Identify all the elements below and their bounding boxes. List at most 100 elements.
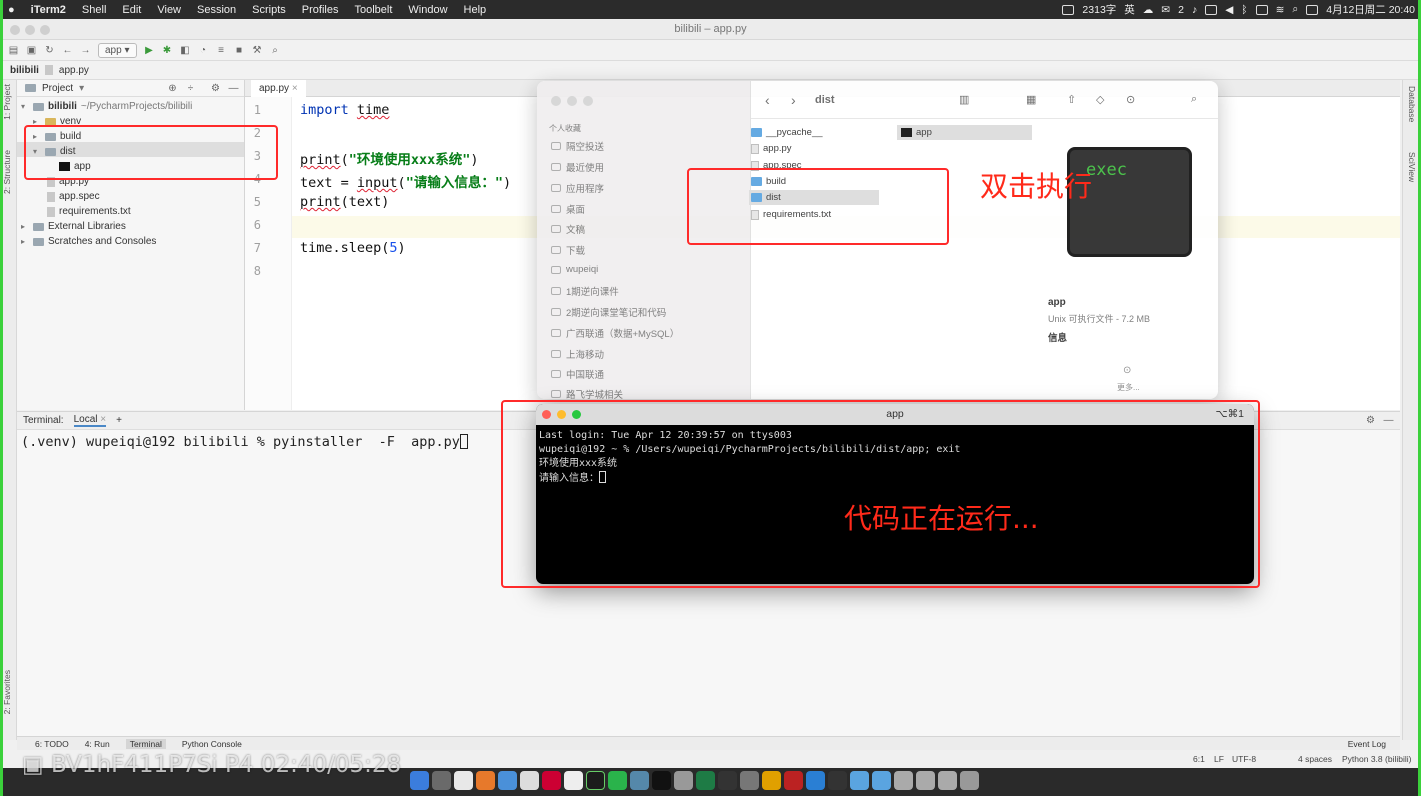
- minimize-window-button[interactable]: [25, 25, 35, 35]
- chevron-down-icon[interactable]: ▾: [79, 83, 84, 94]
- code-line-5[interactable]: print(text): [300, 194, 389, 210]
- code-line-4[interactable]: text = input("请输入信息："): [300, 171, 511, 191]
- wechat-app-icon[interactable]: [608, 771, 627, 790]
- hide-panel-icon[interactable]: —: [1383, 415, 1394, 426]
- chrome-app-icon[interactable]: [498, 771, 517, 790]
- run-config-selector[interactable]: app ▾: [98, 42, 137, 58]
- sidebar-item-folder[interactable]: 上海移动: [551, 347, 604, 361]
- qq-app-icon[interactable]: [718, 771, 737, 790]
- screenshot-icon[interactable]: [938, 771, 957, 790]
- menu-scripts[interactable]: Scripts: [244, 4, 294, 16]
- utility-app-icon[interactable]: [740, 771, 759, 790]
- tree-item-scratches[interactable]: ▸ Scratches and Consoles: [21, 234, 156, 249]
- firefox-app-icon[interactable]: [476, 771, 495, 790]
- menubar-app-name[interactable]: iTerm2: [23, 4, 74, 16]
- database-tool-tab[interactable]: Database: [1407, 86, 1417, 122]
- menu-profiles[interactable]: Profiles: [294, 4, 347, 16]
- folder-icon[interactable]: [850, 771, 869, 790]
- minimize-window-button[interactable]: [567, 96, 577, 106]
- app-icon[interactable]: [784, 771, 803, 790]
- sidebar-item-folder[interactable]: 路飞学城相关: [551, 387, 623, 399]
- menu-edit[interactable]: Edit: [114, 4, 149, 16]
- file-encoding[interactable]: UTF-8: [1232, 754, 1256, 764]
- todo-tab[interactable]: 6: TODO: [35, 739, 69, 749]
- run-icon[interactable]: ▶: [144, 45, 155, 56]
- structure-tool-tab[interactable]: 2: Structure: [2, 150, 12, 194]
- finder-item-pycache[interactable]: __pycache__: [751, 125, 823, 140]
- finder-item-app-py[interactable]: app.py: [751, 141, 792, 156]
- view-columns-icon[interactable]: ▥: [959, 93, 969, 106]
- sidebar-item-folder[interactable]: 广西联通（数据+MySQL）: [551, 326, 679, 340]
- menu-toolbelt[interactable]: Toolbelt: [346, 4, 400, 16]
- folder-icon[interactable]: [872, 771, 891, 790]
- display-icon[interactable]: [1205, 4, 1218, 15]
- control-center-icon[interactable]: [1306, 4, 1319, 15]
- tree-item-requirements[interactable]: requirements.txt: [47, 204, 131, 219]
- wifi-icon[interactable]: ≋: [1276, 4, 1285, 16]
- profile-icon[interactable]: ◔: [198, 45, 209, 56]
- hide-panel-icon[interactable]: —: [228, 83, 239, 94]
- gear-icon[interactable]: ⚙: [210, 83, 221, 94]
- preview-more-link[interactable]: 更多...: [1117, 382, 1140, 393]
- forward-arrow-icon[interactable]: →: [80, 45, 91, 56]
- cursor-position[interactable]: 6:1: [1193, 754, 1205, 764]
- close-window-button[interactable]: [10, 25, 20, 35]
- back-arrow-icon[interactable]: ‹: [765, 92, 770, 108]
- zoom-window-button[interactable]: [583, 96, 593, 106]
- terminal-app-icon[interactable]: [652, 771, 671, 790]
- tag-icon[interactable]: ◇: [1096, 93, 1104, 106]
- screen-record-icon[interactable]: [1062, 4, 1075, 15]
- open-folder-icon[interactable]: ▤: [8, 45, 19, 56]
- excel-app-icon[interactable]: [696, 771, 715, 790]
- pycharm-app-icon[interactable]: [586, 771, 605, 790]
- project-view-selector[interactable]: Project: [42, 83, 73, 94]
- search-icon[interactable]: ⌕: [1292, 3, 1298, 16]
- sidebar-item-airdrop[interactable]: 隔空投送: [551, 139, 604, 153]
- launchpad-app-icon[interactable]: [432, 771, 451, 790]
- gear-icon[interactable]: ⚙: [1365, 415, 1376, 426]
- sidebar-item-applications[interactable]: 应用程序: [551, 181, 604, 195]
- terminal-tab[interactable]: Terminal: [125, 738, 166, 749]
- search-icon[interactable]: ⌕: [1191, 93, 1197, 106]
- sidebar-item-documents[interactable]: 文稿: [551, 222, 585, 236]
- coverage-icon[interactable]: ◧: [180, 45, 191, 56]
- menu-view[interactable]: View: [149, 4, 189, 16]
- project-tool-tab[interactable]: 1: Project: [2, 84, 12, 120]
- screenshot-icon[interactable]: [916, 771, 935, 790]
- more-icon[interactable]: ⊙: [1123, 365, 1131, 376]
- breadcrumb-file[interactable]: app.py: [59, 65, 89, 76]
- document-icon[interactable]: [894, 771, 913, 790]
- collapse-icon[interactable]: ÷: [185, 83, 196, 94]
- tree-item-external-libraries[interactable]: ▸ External Libraries: [21, 219, 126, 234]
- code-line-1[interactable]: import time: [300, 102, 389, 118]
- new-terminal-button[interactable]: +: [116, 415, 122, 426]
- wrench-icon[interactable]: ⚒: [252, 45, 263, 56]
- app-icon[interactable]: [806, 771, 825, 790]
- wechat-icon[interactable]: ✉: [1161, 4, 1170, 16]
- bell-icon[interactable]: ♪: [1192, 4, 1197, 16]
- forward-arrow-icon[interactable]: ›: [791, 92, 796, 108]
- netease-app-icon[interactable]: [542, 771, 561, 790]
- sciview-tool-tab[interactable]: SciView: [1407, 152, 1417, 182]
- editor-tab-app-py[interactable]: app.py ×: [251, 80, 306, 97]
- stop-icon[interactable]: ■: [234, 45, 245, 56]
- tree-root[interactable]: ▾ bilibili ~/PycharmProjects/bilibili: [21, 99, 192, 114]
- more-actions-icon[interactable]: ⊙: [1126, 93, 1135, 106]
- menubar-datetime[interactable]: 4月12日周二 20:40: [1326, 2, 1415, 17]
- bluetooth-icon[interactable]: ᛒ: [1241, 4, 1247, 16]
- sidebar-item-folder[interactable]: 2期逆向课堂笔记和代码: [551, 305, 666, 319]
- favorites-tool-tab[interactable]: 2: Favorites: [2, 670, 12, 714]
- menu-help[interactable]: Help: [456, 4, 495, 16]
- target-icon[interactable]: ⊕: [167, 83, 178, 94]
- close-icon[interactable]: ×: [292, 83, 298, 94]
- chevron-down-icon[interactable]: ▾: [21, 99, 29, 114]
- group-icon[interactable]: ▦: [1026, 93, 1036, 106]
- python-interpreter[interactable]: Python 3.8 (bilibili): [1342, 754, 1411, 764]
- sidebar-item-folder[interactable]: 中国联通: [551, 367, 604, 381]
- line-separator[interactable]: LF: [1214, 754, 1224, 764]
- sublime-app-icon[interactable]: [762, 771, 781, 790]
- concurrency-icon[interactable]: ≡: [216, 45, 227, 56]
- finder-item-app[interactable]: app: [897, 125, 1032, 140]
- input-method[interactable]: 英: [1124, 2, 1135, 17]
- save-icon[interactable]: ▣: [26, 45, 37, 56]
